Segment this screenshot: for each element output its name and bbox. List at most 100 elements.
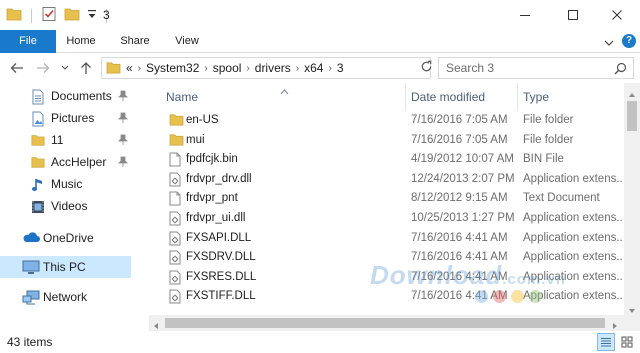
- sidebar-item-this-pc[interactable]: This PC: [0, 256, 131, 278]
- minimize-button[interactable]: [502, 0, 548, 30]
- column-header-type[interactable]: Type: [517, 83, 622, 111]
- column-header-date[interactable]: Date modified: [405, 83, 517, 111]
- search-box[interactable]: [438, 57, 634, 79]
- breadcrumb-chevron-icon[interactable]: ›: [201, 63, 210, 74]
- file-date-modified: 7/16/2016 7:05 AM: [411, 114, 508, 126]
- tab-home[interactable]: Home: [56, 30, 106, 53]
- search-input[interactable]: [446, 61, 606, 75]
- dll-file-icon: [169, 270, 181, 288]
- chevron-down-icon: [61, 65, 69, 70]
- pin-icon[interactable]: [118, 112, 128, 126]
- pictures-icon: [31, 111, 47, 127]
- maximize-button[interactable]: [550, 0, 596, 30]
- file-row[interactable]: en-US 7/16/2016 7:05 AM File folder: [149, 111, 622, 131]
- sidebar-item-pictures[interactable]: Pictures: [0, 107, 131, 129]
- sidebar-item-label: 11: [51, 133, 64, 147]
- tab-file[interactable]: File: [0, 30, 56, 53]
- breadcrumb-chevron-icon[interactable]: ›: [293, 63, 302, 74]
- recent-locations-button[interactable]: [56, 59, 74, 77]
- file-list: Name Date modified Type en-US 7/16/2016 7…: [149, 83, 640, 331]
- help-icon[interactable]: ?: [622, 34, 636, 48]
- file-type: Application extens...: [523, 172, 623, 185]
- sidebar-item-11[interactable]: 11: [0, 129, 131, 151]
- sidebar-item-label: Network: [43, 290, 88, 304]
- details-view-button[interactable]: [597, 333, 615, 351]
- file-type: Application extens...: [523, 231, 623, 244]
- vertical-scroll-thumb[interactable]: [627, 101, 637, 131]
- refresh-icon[interactable]: [420, 60, 433, 76]
- sidebar-item-label: Documents: [51, 89, 112, 103]
- tab-share[interactable]: Share: [110, 30, 160, 53]
- file-row[interactable]: fpdfcjk.bin 4/19/2012 10:07 AM BIN File: [149, 150, 622, 170]
- pin-icon[interactable]: [118, 156, 128, 170]
- tab-view[interactable]: View: [164, 30, 210, 53]
- vertical-scrollbar[interactable]: [624, 83, 640, 316]
- pin-icon[interactable]: [118, 134, 128, 148]
- file-name: FXSTIFF.DLL: [186, 290, 256, 303]
- file-row[interactable]: FXSAPI.DLL 7/16/2016 4:41 AM Application e…: [149, 229, 623, 249]
- pin-icon[interactable]: [118, 90, 128, 104]
- breadcrumb-item[interactable]: drivers: [253, 61, 293, 75]
- sidebar-item-label: Pictures: [51, 111, 95, 125]
- sidebar-item-documents[interactable]: Documents: [0, 85, 131, 107]
- new-folder-icon[interactable]: [64, 7, 80, 24]
- sidebar-item-network[interactable]: Network: [0, 286, 131, 308]
- title-bar: 3: [0, 0, 640, 30]
- folder-icon: [31, 133, 47, 147]
- breadcrumb-chevron-icon[interactable]: ›: [325, 63, 334, 74]
- file-row[interactable]: mui 7/16/2016 7:05 AM File folder: [149, 131, 622, 151]
- breadcrumb-chevron-icon[interactable]: ›: [135, 63, 144, 74]
- search-icon[interactable]: [614, 62, 627, 78]
- dll-file-icon: [169, 172, 181, 190]
- item-count: 43 items: [7, 335, 53, 349]
- horizontal-scroll-thumb[interactable]: [165, 318, 605, 328]
- address-bar[interactable]: « › System32 › spool › drivers › x64 › 3: [101, 57, 514, 79]
- window-title: 3: [103, 8, 110, 22]
- scroll-up-icon[interactable]: [628, 87, 636, 101]
- expand-ribbon-icon[interactable]: [604, 36, 614, 50]
- close-button[interactable]: [594, 0, 640, 30]
- back-arrow-icon: [10, 63, 23, 73]
- file-type: Application extens...: [523, 251, 623, 264]
- navigation-pane: Documents Pictures 11 AccHelper Music Vi…: [0, 83, 131, 331]
- documents-icon: [31, 89, 47, 105]
- scrollbar-corner: [624, 315, 640, 331]
- file-name: FXSDRV.DLL: [186, 251, 256, 264]
- file-row[interactable]: frdvpr_ui.dll 10/25/2013 1:27 PM Applicati…: [149, 209, 623, 229]
- file-row[interactable]: frdvpr_drv.dll 12/24/2013 2:07 PM Applicat…: [149, 170, 623, 190]
- sidebar-item-label: Music: [51, 177, 83, 191]
- sidebar-item-music[interactable]: Music: [0, 173, 131, 195]
- column-header-name[interactable]: Name: [166, 83, 404, 111]
- file-row[interactable]: FXSDRV.DLL 7/16/2016 4:41 AM Application e…: [149, 248, 623, 268]
- large-icons-view-button[interactable]: [618, 333, 636, 351]
- column-header-label: Name: [166, 90, 199, 104]
- file-row[interactable]: FXSTIFF.DLL 7/16/2016 4:41 AM Application …: [149, 287, 623, 307]
- up-button[interactable]: [77, 59, 95, 77]
- breadcrumb-item[interactable]: x64: [302, 61, 325, 75]
- properties-icon[interactable]: [41, 6, 57, 25]
- navigation-bar: « › System32 › spool › drivers › x64 › 3: [0, 53, 640, 83]
- file-row[interactable]: frdvpr_pnt 8/12/2012 9:15 AM Text Document: [149, 189, 622, 209]
- horizontal-scrollbar[interactable]: [149, 315, 624, 331]
- videos-icon: [31, 199, 47, 213]
- sidebar-item-onedrive[interactable]: OneDrive: [0, 227, 131, 249]
- breadcrumb-item[interactable]: 3: [335, 61, 346, 75]
- forward-button[interactable]: [34, 59, 52, 77]
- file-type: Application extens...: [523, 290, 623, 303]
- breadcrumb-chevron-icon[interactable]: ›: [243, 63, 252, 74]
- file-name: frdvpr_pnt: [186, 192, 238, 205]
- sidebar-item-videos[interactable]: Videos: [0, 195, 131, 217]
- customize-toolbar-icon[interactable]: [87, 8, 97, 23]
- sidebar-item-acchelper[interactable]: AccHelper: [0, 151, 131, 173]
- status-bar: 43 items: [0, 331, 640, 353]
- breadcrumb-overflow[interactable]: «: [124, 61, 135, 75]
- file-row[interactable]: FXSRES.DLL 7/16/2016 4:41 AM Application e…: [149, 268, 623, 288]
- back-button[interactable]: [8, 59, 26, 77]
- breadcrumb-item[interactable]: spool: [211, 61, 244, 75]
- breadcrumb-item[interactable]: System32: [144, 61, 201, 75]
- file-date-modified: 7/16/2016 4:41 AM: [411, 290, 508, 303]
- file-type: File folder: [523, 114, 574, 126]
- file-type: Application extens...: [523, 212, 623, 224]
- dll-file-icon: [169, 250, 181, 268]
- folder-icon[interactable]: [6, 7, 22, 24]
